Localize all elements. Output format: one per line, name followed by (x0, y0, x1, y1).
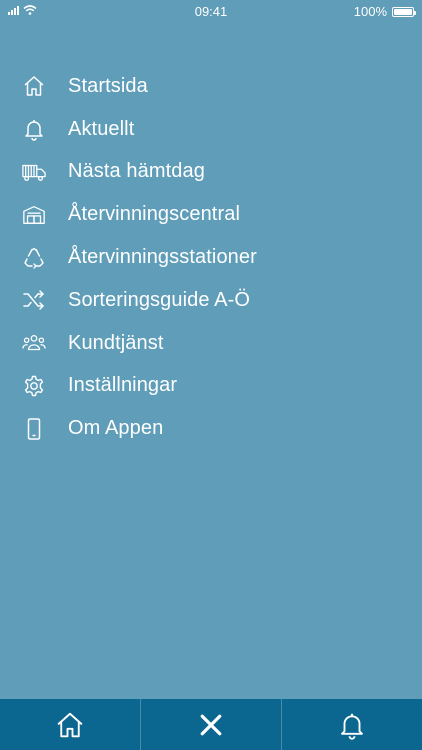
menu-item-om-appen[interactable]: Om Appen (0, 407, 422, 450)
menu-item-installningar[interactable]: Inställningar (0, 365, 422, 408)
battery-icon (392, 6, 416, 17)
warehouse-icon (21, 202, 47, 228)
menu-label: Om Appen (68, 417, 164, 440)
status-right: 100% (353, 4, 416, 19)
tab-home[interactable] (0, 699, 141, 750)
menu-label: Aktuellt (68, 117, 135, 140)
menu-label: Nästa hämtdag (68, 160, 205, 183)
menu-item-atervinningscentral[interactable]: Återvinningscentral (0, 193, 422, 236)
main-menu: Startsida Aktuellt Nästa hämtdag Återvin… (0, 65, 422, 450)
battery-percent: 100% (353, 4, 387, 19)
home-icon (21, 73, 47, 99)
menu-label: Återvinningscentral (68, 203, 240, 226)
status-bar: 09:41 100% (0, 0, 422, 22)
menu-item-atervinningsstationer[interactable]: Återvinningsstationer (0, 236, 422, 279)
battery-fill (394, 8, 412, 15)
menu-item-startsida[interactable]: Startsida (0, 65, 422, 108)
home-icon (57, 712, 83, 737)
menu-label: Kundtjänst (68, 331, 164, 354)
menu-label: Inställningar (68, 374, 178, 397)
close-icon (200, 714, 222, 735)
tab-bar (0, 699, 422, 750)
tab-close-menu[interactable] (141, 699, 282, 750)
menu-label: Sorteringsguide A-Ö (68, 288, 250, 311)
menu-item-sorteringsguide[interactable]: Sorteringsguide A-Ö (0, 279, 422, 322)
bell-icon (21, 116, 47, 142)
shuffle-icon (21, 287, 47, 313)
truck-icon (21, 159, 47, 185)
menu-item-nasta-hamtdag[interactable]: Nästa hämtdag (0, 151, 422, 194)
menu-item-kundtjanst[interactable]: Kundtjänst (0, 322, 422, 365)
gear-icon (21, 373, 47, 399)
menu-item-aktuellt[interactable]: Aktuellt (0, 108, 422, 151)
phone-icon (21, 416, 47, 442)
people-icon (21, 330, 47, 356)
tab-notifications[interactable] (282, 699, 422, 750)
recycle-icon (21, 245, 47, 271)
menu-label: Återvinningsstationer (68, 246, 257, 269)
menu-label: Startsida (68, 74, 148, 97)
bell-icon (341, 713, 363, 740)
